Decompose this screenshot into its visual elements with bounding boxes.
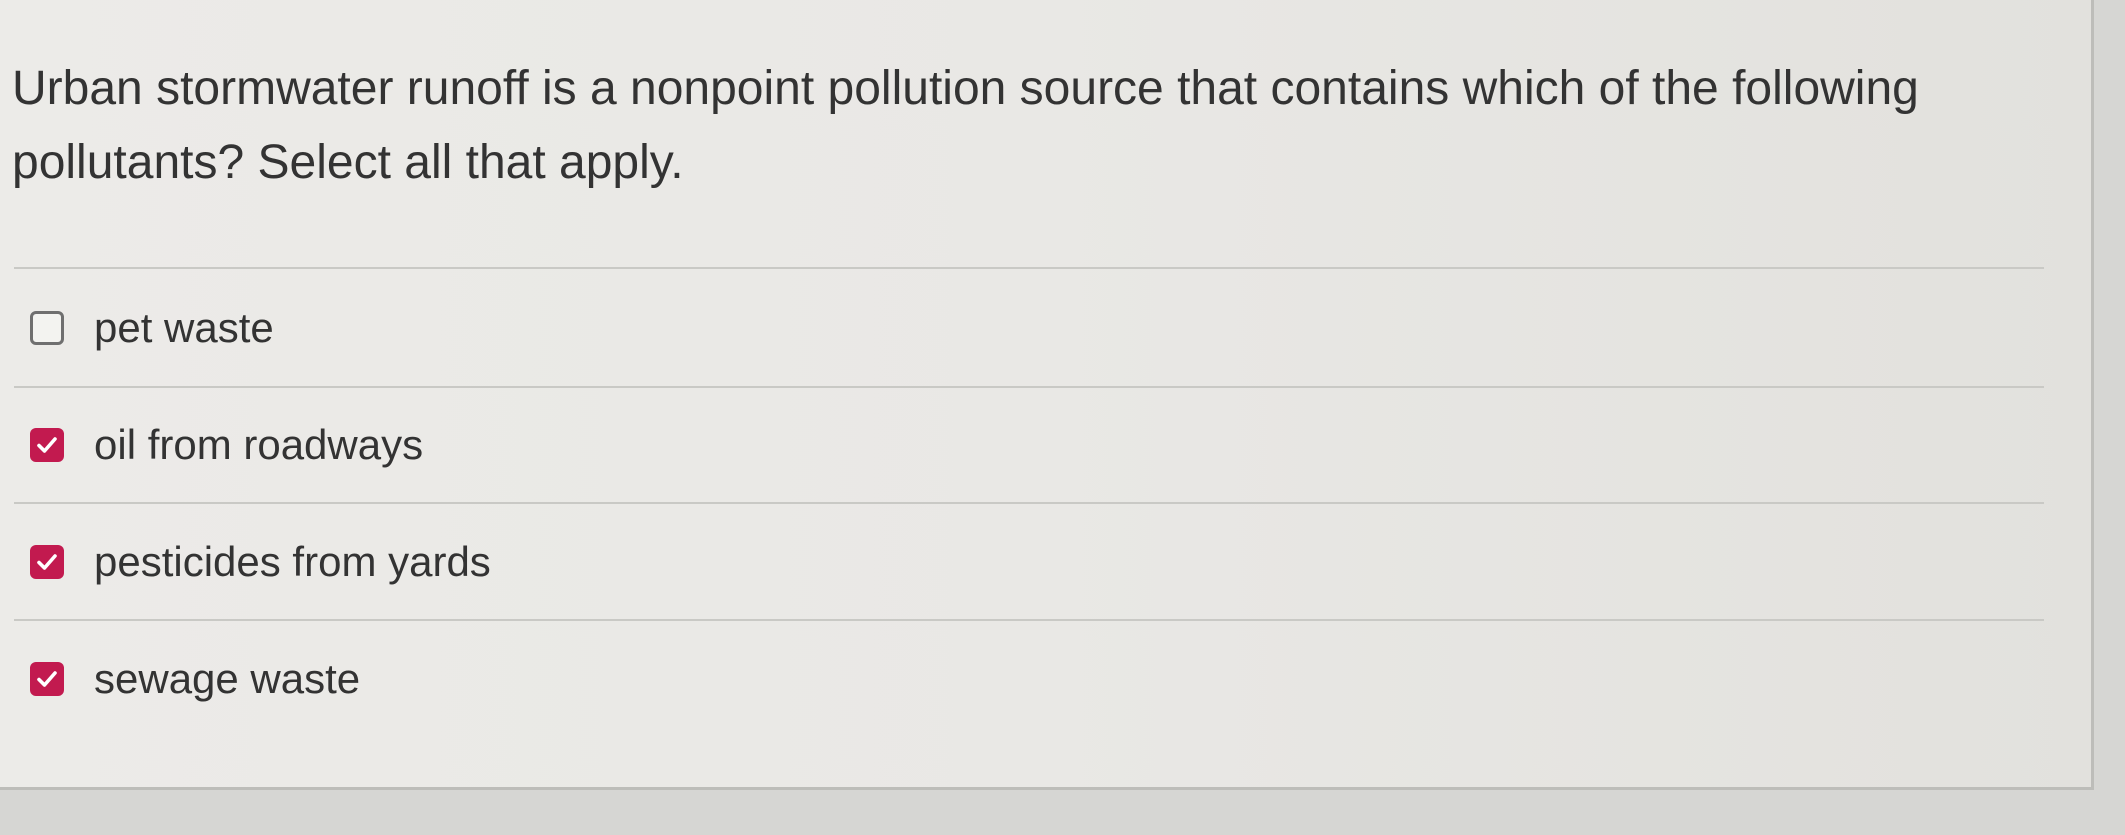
question-text: Urban stormwater runoff is a nonpoint po…: [12, 62, 1919, 189]
option-pet-waste[interactable]: pet waste: [30, 293, 274, 363]
option-oil-from-roadways[interactable]: oil from roadways: [30, 410, 423, 480]
checkbox-checked[interactable]: [30, 428, 64, 462]
divider: [14, 502, 2044, 504]
checkbox-unchecked[interactable]: [30, 311, 64, 345]
divider: [14, 386, 2044, 388]
checkmark-icon: [37, 671, 57, 687]
checkmark-icon: [37, 554, 57, 570]
checkmark-icon: [37, 437, 57, 453]
divider: [14, 619, 2044, 621]
question-card: Urban stormwater runoff is a nonpoint po…: [0, 0, 2094, 790]
option-label: oil from roadways: [94, 421, 424, 468]
divider: [14, 267, 2044, 269]
option-label: pet waste: [94, 304, 274, 351]
option-pesticides-from-yards[interactable]: pesticides from yards: [30, 527, 491, 597]
option-label: sewage waste: [94, 655, 361, 702]
checkbox-checked[interactable]: [30, 662, 64, 696]
checkbox-checked[interactable]: [30, 545, 64, 579]
option-label: pesticides from yards: [94, 538, 491, 585]
option-sewage-waste[interactable]: sewage waste: [30, 644, 360, 714]
